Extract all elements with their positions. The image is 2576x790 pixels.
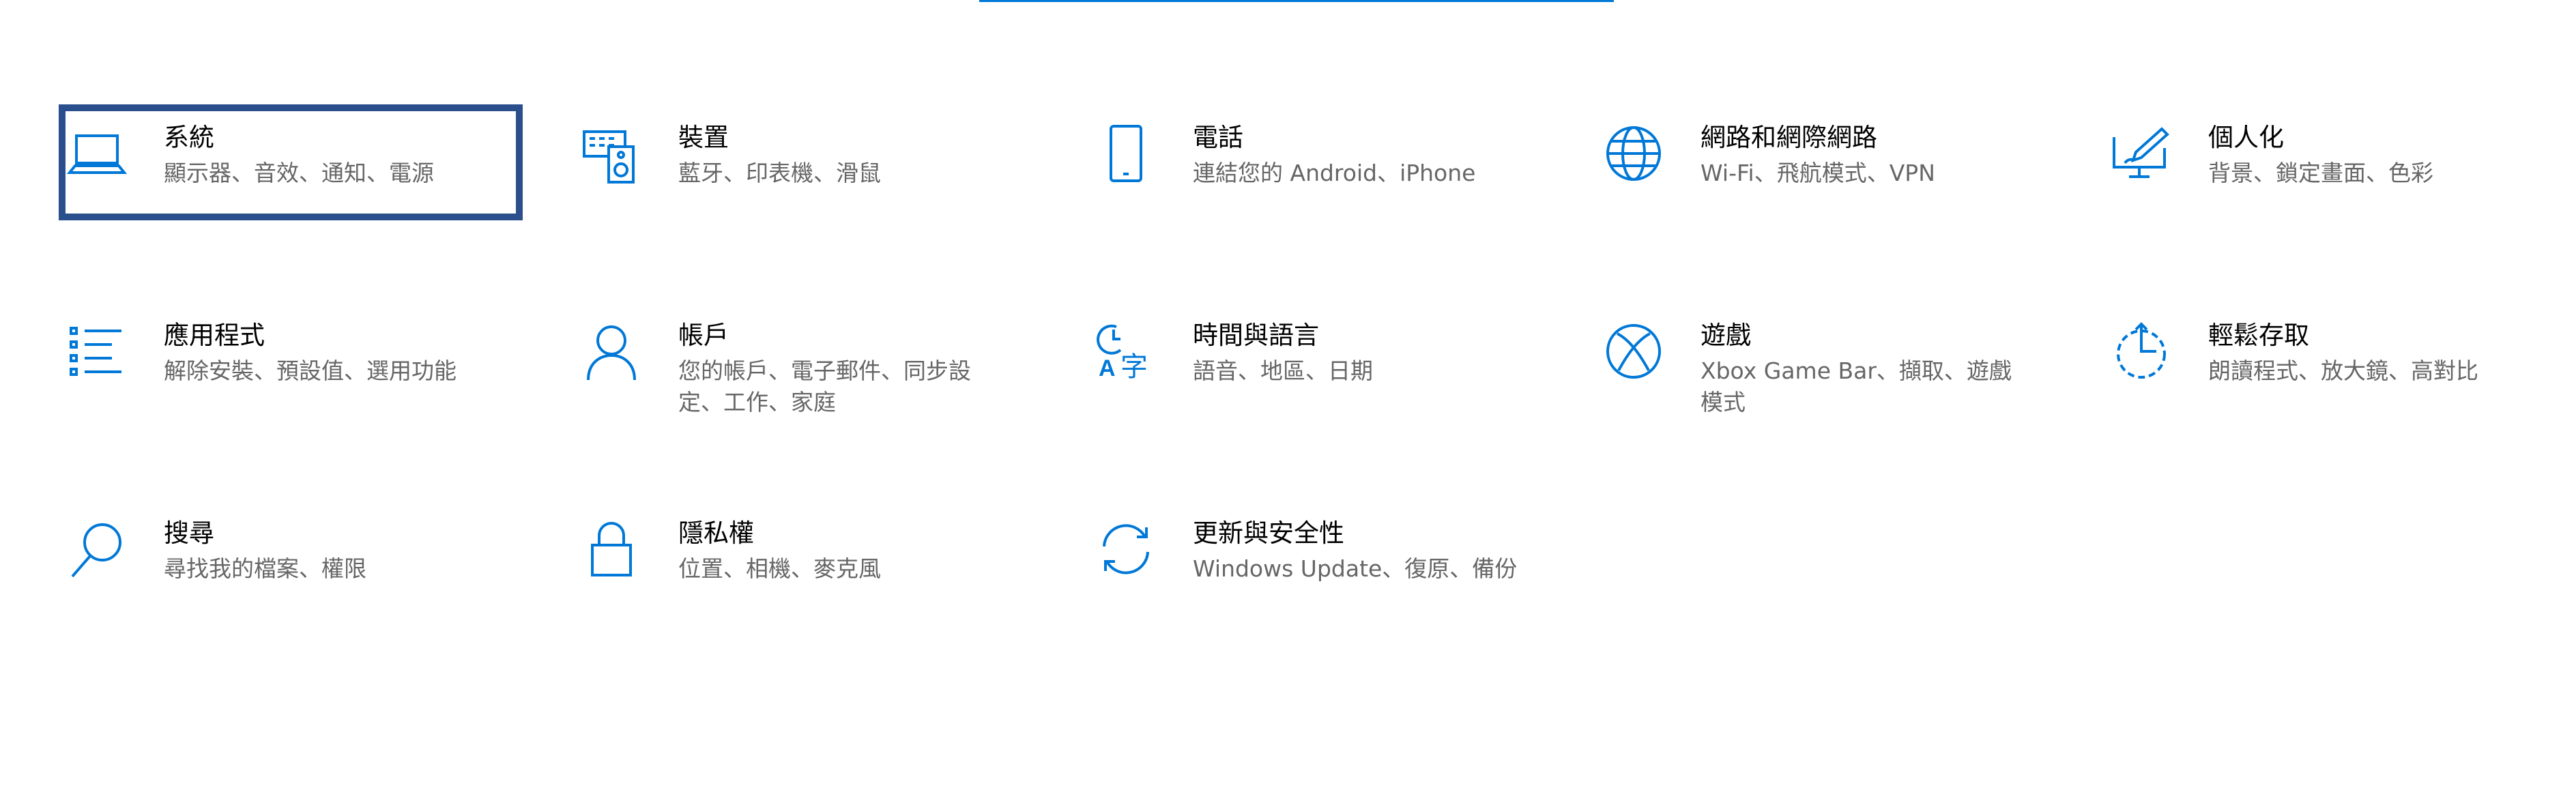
tile-title: 電話: [1193, 123, 1243, 152]
phone-icon: [1093, 121, 1159, 186]
tile-description: 您的帳戶、電子郵件、同步設定、工作、家庭: [678, 357, 971, 415]
tile-time-language[interactable]: A 字 時間與語言 語音、地區、日期: [1088, 302, 1552, 418]
tile-description: Windows Update、復原、備份: [1193, 555, 1518, 582]
tile-description: 語音、地區、日期: [1193, 357, 1373, 384]
xbox-icon: [1601, 319, 1666, 384]
svg-text:A: A: [1099, 355, 1116, 381]
tile-description: 連結您的 Android、iPhone: [1193, 160, 1476, 186]
time-language-icon: A 字: [1093, 319, 1159, 384]
tile-title: 個人化: [2208, 123, 2284, 152]
apps-list-icon: [64, 319, 130, 384]
tile-title: 遊戲: [1701, 321, 1751, 350]
tile-title: 隱私權: [678, 518, 754, 548]
tile-title: 網路和網際網路: [1701, 123, 1877, 152]
tile-title: 時間與語言: [1193, 321, 1319, 350]
tile-title: 輕鬆存取: [2208, 321, 2309, 350]
tile-description: 尋找我的檔案、權限: [164, 555, 366, 582]
tile-description: 藍牙、印表機、滑鼠: [678, 160, 881, 186]
tile-ease-of-access[interactable]: 輕鬆存取 朗讀程式、放大鏡、高對比: [2103, 302, 2567, 418]
tile-title: 更新與安全性: [1193, 518, 1344, 548]
tile-devices[interactable]: 裝置 藍牙、印表機、滑鼠: [573, 104, 1037, 220]
tile-accounts[interactable]: 帳戶 您的帳戶、電子郵件、同步設定、工作、家庭: [573, 302, 1037, 418]
tile-title: 搜尋: [164, 518, 214, 548]
tile-gaming[interactable]: 遊戲 Xbox Game Bar、擷取、遊戲模式: [1595, 302, 2059, 418]
tile-title: 裝置: [678, 123, 729, 152]
update-icon: [1093, 516, 1159, 582]
ease-of-access-icon: [2109, 319, 2174, 384]
tile-description: 背景、鎖定畫面、色彩: [2208, 160, 2433, 186]
lock-icon: [579, 516, 644, 582]
tile-phone[interactable]: 電話 連結您的 Android、iPhone: [1088, 104, 1552, 220]
tile-update-security[interactable]: 更新與安全性 Windows Update、復原、備份: [1088, 500, 1552, 616]
search-icon: [64, 516, 130, 582]
tile-privacy[interactable]: 隱私權 位置、相機、麥克風: [573, 500, 1037, 616]
tile-description: 位置、相機、麥克風: [678, 555, 881, 582]
tile-description: 顯示器、音效、通知、電源: [164, 160, 434, 186]
person-icon: [579, 319, 644, 384]
tile-personalization[interactable]: 個人化 背景、鎖定畫面、色彩: [2103, 104, 2567, 220]
tile-description: 朗讀程式、放大鏡、高對比: [2208, 357, 2478, 384]
tile-description: 解除安裝、預設值、選用功能: [164, 357, 457, 384]
tile-network[interactable]: 網路和網際網路 Wi-Fi、飛航模式、VPN: [1595, 104, 2059, 220]
laptop-icon: [64, 121, 130, 186]
tile-search[interactable]: 搜尋 尋找我的檔案、權限: [59, 500, 523, 616]
settings-grid: 系統 顯示器、音效、通知、電源 裝置 藍牙、印表機、滑鼠 電話 連結您的 And…: [0, 0, 2576, 790]
tile-description: Xbox Game Bar、擷取、遊戲模式: [1701, 357, 2012, 415]
personalization-icon: [2109, 121, 2174, 186]
tile-description: Wi-Fi、飛航模式、VPN: [1701, 160, 1935, 186]
svg-text:字: 字: [1120, 351, 1148, 383]
tile-system[interactable]: 系統 顯示器、音效、通知、電源: [59, 104, 523, 220]
tile-title: 系統: [164, 123, 214, 152]
tile-apps[interactable]: 應用程式 解除安裝、預設值、選用功能: [59, 302, 523, 418]
globe-icon: [1601, 121, 1666, 186]
tile-title: 帳戶: [678, 321, 729, 350]
devices-icon: [579, 121, 644, 186]
tile-title: 應用程式: [164, 321, 265, 350]
